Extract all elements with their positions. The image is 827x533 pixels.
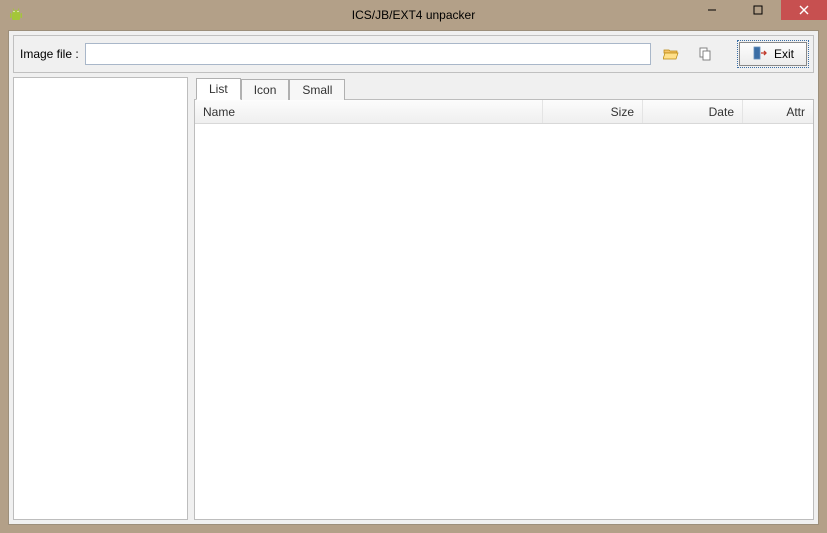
column-attr[interactable]: Attr — [743, 100, 813, 123]
view-tabs: List Icon Small — [194, 77, 814, 99]
exit-button-label: Exit — [774, 47, 794, 61]
client-area: Image file : Exit — [8, 30, 819, 525]
tab-list[interactable]: List — [196, 78, 241, 100]
copy-button[interactable] — [691, 42, 719, 66]
minimize-button[interactable] — [689, 0, 735, 20]
column-name[interactable]: Name — [195, 100, 543, 123]
tab-small[interactable]: Small — [289, 79, 345, 100]
body-area: List Icon Small Name Size Date Attr — [13, 77, 814, 520]
android-icon — [8, 7, 24, 23]
maximize-button[interactable] — [735, 0, 781, 20]
exit-door-icon — [752, 45, 768, 64]
file-list: Name Size Date Attr — [194, 99, 814, 520]
exit-button[interactable]: Exit — [739, 42, 807, 66]
list-header: Name Size Date Attr — [195, 100, 813, 124]
tree-pane[interactable] — [13, 77, 188, 520]
window-controls — [689, 0, 827, 20]
open-file-button[interactable] — [657, 42, 685, 66]
list-body[interactable] — [195, 124, 813, 519]
right-pane: List Icon Small Name Size Date Attr — [194, 77, 814, 520]
toolbar: Image file : Exit — [13, 35, 814, 73]
column-size[interactable]: Size — [543, 100, 643, 123]
titlebar[interactable]: ICS/JB/EXT4 unpacker — [0, 0, 827, 30]
tab-icon[interactable]: Icon — [241, 79, 290, 100]
image-file-label: Image file : — [20, 47, 79, 61]
column-date[interactable]: Date — [643, 100, 743, 123]
close-button[interactable] — [781, 0, 827, 20]
image-file-input[interactable] — [85, 43, 651, 65]
